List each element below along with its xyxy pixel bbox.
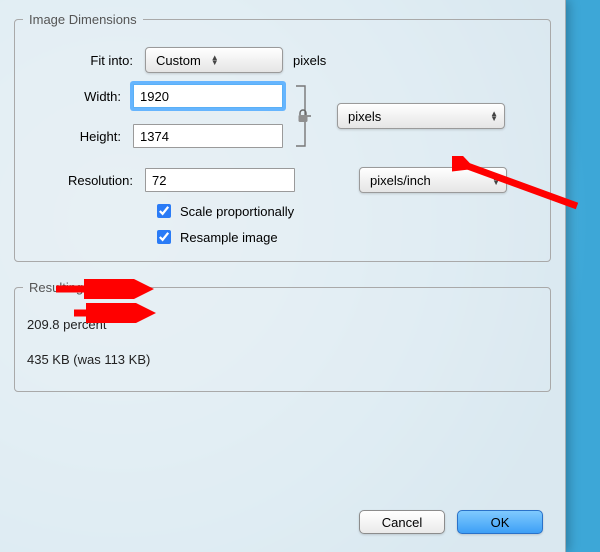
image-dimensions-legend: Image Dimensions xyxy=(23,12,143,27)
updown-icon: ▲▼ xyxy=(490,111,498,121)
image-dimensions-group: Image Dimensions Fit into: Custom ▲▼ pix… xyxy=(14,12,551,262)
fit-into-select[interactable]: Custom ▲▼ xyxy=(145,47,283,73)
resolution-label: Resolution: xyxy=(23,173,145,188)
height-label: Height: xyxy=(23,129,133,144)
fit-into-value: Custom xyxy=(156,53,201,68)
fit-into-unit: pixels xyxy=(293,53,326,68)
dialog-panel: Image Dimensions Fit into: Custom ▲▼ pix… xyxy=(0,0,566,552)
width-input[interactable] xyxy=(133,84,283,108)
scale-proportionally-label: Scale proportionally xyxy=(180,204,294,219)
cancel-button[interactable]: Cancel xyxy=(359,510,445,534)
size-unit-value: pixels xyxy=(348,109,381,124)
resolution-input[interactable] xyxy=(145,168,295,192)
width-label: Width: xyxy=(23,89,133,104)
resulting-size-group: Resulting Size 209.8 percent 435 KB (was… xyxy=(14,280,551,392)
updown-icon: ▲▼ xyxy=(211,55,219,65)
ok-button[interactable]: OK xyxy=(457,510,543,534)
resulting-filesize: 435 KB (was 113 KB) xyxy=(23,342,542,377)
dialog-buttons: Cancel OK xyxy=(359,510,543,534)
resolution-unit-value: pixels/inch xyxy=(370,173,431,188)
height-input[interactable] xyxy=(133,124,283,148)
resolution-unit-select[interactable]: pixels/inch ▲▼ xyxy=(359,167,507,193)
resulting-percent: 209.8 percent xyxy=(23,307,542,342)
scale-proportionally-checkbox[interactable] xyxy=(157,204,171,218)
resulting-size-legend: Resulting Size xyxy=(23,280,118,295)
resample-image-label: Resample image xyxy=(180,230,278,245)
fit-into-label: Fit into: xyxy=(23,53,145,68)
updown-icon: ▲▼ xyxy=(492,175,500,185)
link-bracket xyxy=(283,84,323,148)
resample-image-checkbox[interactable] xyxy=(157,230,171,244)
size-unit-select[interactable]: pixels ▲▼ xyxy=(337,103,505,129)
